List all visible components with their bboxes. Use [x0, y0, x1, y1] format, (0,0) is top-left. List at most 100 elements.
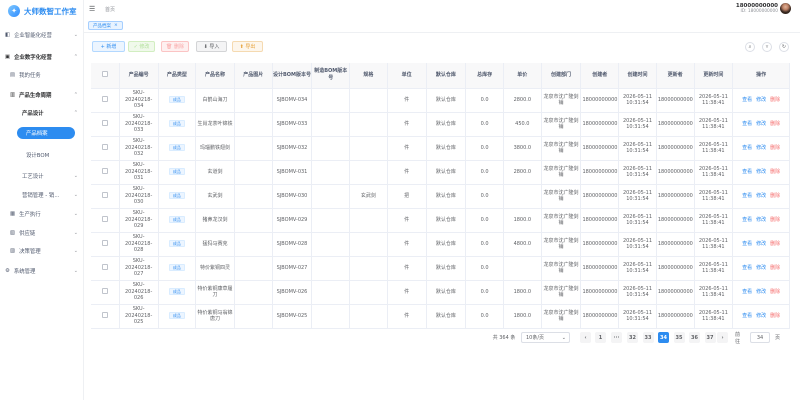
sidebar-item-1[interactable]: ▣ 企业数字化经营 ⌃: [0, 51, 84, 63]
chevron-icon: ⌄: [73, 211, 78, 217]
cell-type: 成品: [158, 184, 197, 209]
search-icon[interactable]: ⌕: [745, 42, 755, 52]
table-row[interactable]: SKU-20240218-029 成品 猪鼻龙汉剑 SJBOMV-029 件默认仓库 0.…: [91, 208, 790, 233]
sidebar-item-5[interactable]: 产品档案: [17, 127, 75, 139]
table-row[interactable]: SKU-20240218-027 成品 特价紫铜四灵 SJBOMV-027 件默认仓库 0…: [91, 256, 790, 281]
next-page-button[interactable]: ›: [717, 332, 728, 343]
cell-type: 成品: [158, 112, 197, 137]
cell-updater: 18000000000: [656, 232, 695, 257]
breadcrumb[interactable]: 首页: [105, 6, 115, 13]
edit-row-button[interactable]: 修改: [756, 313, 766, 319]
cell-updater: 18000000000: [656, 88, 695, 113]
page-size-select[interactable]: 10条/页 ⌄: [521, 332, 570, 343]
table-row[interactable]: SKU-20240218-025 成品 特价紫铜马翁锦唐刀 SJBOMV-025 件默认…: [91, 304, 790, 329]
view-button[interactable]: 查看: [742, 193, 752, 199]
row-checkbox[interactable]: [101, 263, 108, 270]
tag-product-archive[interactable]: 产品档案 ×: [88, 21, 123, 30]
import-button[interactable]: ⬇ 导入: [196, 41, 227, 52]
table-row[interactable]: SKU-20240218-033 成品 生肖龙茶叶锦铁 SJBOMV-033 件默认仓库…: [91, 112, 790, 137]
page-button-3[interactable]: 33: [642, 332, 654, 343]
edit-row-button[interactable]: 修改: [756, 169, 766, 175]
sidebar-item-9[interactable]: ▦ 生产执行 ⌄: [0, 208, 84, 220]
sidebar-item-3[interactable]: ▥ 产品生命周期 ⌃: [0, 89, 84, 101]
table-row[interactable]: SKU-20240218-028 成品 猛犸马赛克 SJBOMV-028 件默认仓库 0.…: [91, 232, 790, 257]
delete-row-button[interactable]: 删除: [770, 265, 780, 271]
view-button[interactable]: 查看: [742, 313, 752, 319]
row-checkbox[interactable]: [101, 311, 108, 318]
close-icon[interactable]: ×: [114, 23, 118, 28]
table-row[interactable]: SKU-20240218-034 成品 白鹤山海刀 SJBOMV-034 件默认仓库 0.…: [91, 88, 790, 113]
sidebar-item-2[interactable]: ▤ 我的任务: [0, 69, 84, 81]
page-button-7[interactable]: 37: [704, 332, 716, 343]
table-row[interactable]: SKU-20240218-032 成品 玛瑙鹏铁翅剑 SJBOMV-032 件默认仓库 0…: [91, 136, 790, 161]
table-row[interactable]: SKU-20240218-026 成品 特价紫铜康草履刀 SJBOMV-026 件默认仓…: [91, 280, 790, 305]
delete-row-button[interactable]: 删除: [770, 193, 780, 199]
sidebar-item-11[interactable]: ▨ 决策管理 ⌄: [0, 245, 84, 257]
row-checkbox[interactable]: [101, 287, 108, 294]
delete-row-button[interactable]: 删除: [770, 241, 780, 247]
avatar[interactable]: [780, 3, 791, 14]
sidebar-item-4[interactable]: 产品设计 ⌃: [0, 107, 84, 119]
page-button-4[interactable]: 34: [658, 332, 669, 343]
view-button[interactable]: 查看: [742, 217, 752, 223]
row-checkbox[interactable]: [101, 95, 108, 102]
view-button[interactable]: 查看: [742, 121, 752, 127]
delete-row-button[interactable]: 删除: [770, 313, 780, 319]
hamburger-icon[interactable]: ☰: [89, 5, 95, 13]
sidebar-item-10[interactable]: ▧ 供应链 ⌄: [0, 227, 84, 239]
cell-unit: 件: [387, 136, 427, 161]
table-row[interactable]: SKU-20240218-031 成品 玄道剑 SJBOMV-031 件默认仓库 0.0 2…: [91, 160, 790, 185]
sidebar-item-7[interactable]: 工艺设计 ⌄: [0, 170, 84, 182]
sidebar-item-0[interactable]: ◧ 企业智能化经营 ⌄: [0, 29, 84, 41]
edit-row-button[interactable]: 修改: [756, 193, 766, 199]
page-button-2[interactable]: 32: [627, 332, 638, 343]
view-button[interactable]: 查看: [742, 145, 752, 151]
view-button[interactable]: 查看: [742, 97, 752, 103]
delete-row-button[interactable]: 删除: [770, 121, 780, 127]
edit-button[interactable]: ✓ 修改: [128, 41, 155, 52]
add-button[interactable]: + 新增: [92, 41, 125, 52]
row-checkbox[interactable]: [101, 167, 108, 174]
delete-row-button[interactable]: 删除: [770, 145, 780, 151]
user-info[interactable]: 18000000000 ID: 18000000000: [736, 3, 778, 14]
row-checkbox[interactable]: [101, 119, 108, 126]
page-button-1[interactable]: ···: [611, 332, 622, 343]
export-button[interactable]: ⬆ 导出: [232, 41, 263, 52]
row-checkbox[interactable]: [101, 239, 108, 246]
cell-image: [234, 280, 273, 305]
sidebar-item-12[interactable]: ⚙ 系统管理 ⌄: [0, 265, 84, 277]
sidebar-item-6[interactable]: 设计BOM: [0, 149, 84, 161]
page-button-5[interactable]: 35: [673, 332, 685, 343]
page-button-6[interactable]: 36: [689, 332, 700, 343]
edit-row-button[interactable]: 修改: [756, 265, 766, 271]
row-checkbox[interactable]: [101, 191, 108, 198]
sidebar-item-8[interactable]: 营销管理 - 销... ⌄: [0, 189, 84, 201]
row-checkbox[interactable]: [101, 143, 108, 150]
row-checkbox[interactable]: [101, 215, 108, 222]
goto-page-input[interactable]: 34: [750, 332, 770, 343]
edit-row-button[interactable]: 修改: [756, 121, 766, 127]
delete-button[interactable]: 🗑 删除: [161, 41, 189, 52]
view-button[interactable]: 查看: [742, 265, 752, 271]
delete-row-button[interactable]: 删除: [770, 217, 780, 223]
cell-dept: 龙泉市沈广隆剑铺: [541, 88, 582, 113]
edit-row-button[interactable]: 修改: [756, 289, 766, 295]
page-button-0[interactable]: 1: [595, 332, 606, 343]
cell-actions: 查看 修改 删除: [732, 160, 790, 185]
refresh-icon[interactable]: ↻: [779, 42, 789, 52]
table-row[interactable]: SKU-20240218-030 成品 玄武剑 SJBOMV-030 玄武剑把默认仓库 0…: [91, 184, 790, 209]
filter-icon[interactable]: ▿: [762, 42, 772, 52]
delete-row-button[interactable]: 删除: [770, 97, 780, 103]
select-all-checkbox[interactable]: [101, 70, 108, 77]
delete-row-button[interactable]: 删除: [770, 289, 780, 295]
edit-row-button[interactable]: 修改: [756, 145, 766, 151]
prev-page-button[interactable]: ‹: [580, 332, 591, 343]
view-button[interactable]: 查看: [742, 241, 752, 247]
edit-row-button[interactable]: 修改: [756, 241, 766, 247]
delete-row-button[interactable]: 删除: [770, 169, 780, 175]
cell-utime: 2026-05-11 11:38:41: [694, 136, 734, 161]
view-button[interactable]: 查看: [742, 169, 752, 175]
edit-row-button[interactable]: 修改: [756, 97, 766, 103]
view-button[interactable]: 查看: [742, 289, 752, 295]
edit-row-button[interactable]: 修改: [756, 217, 766, 223]
